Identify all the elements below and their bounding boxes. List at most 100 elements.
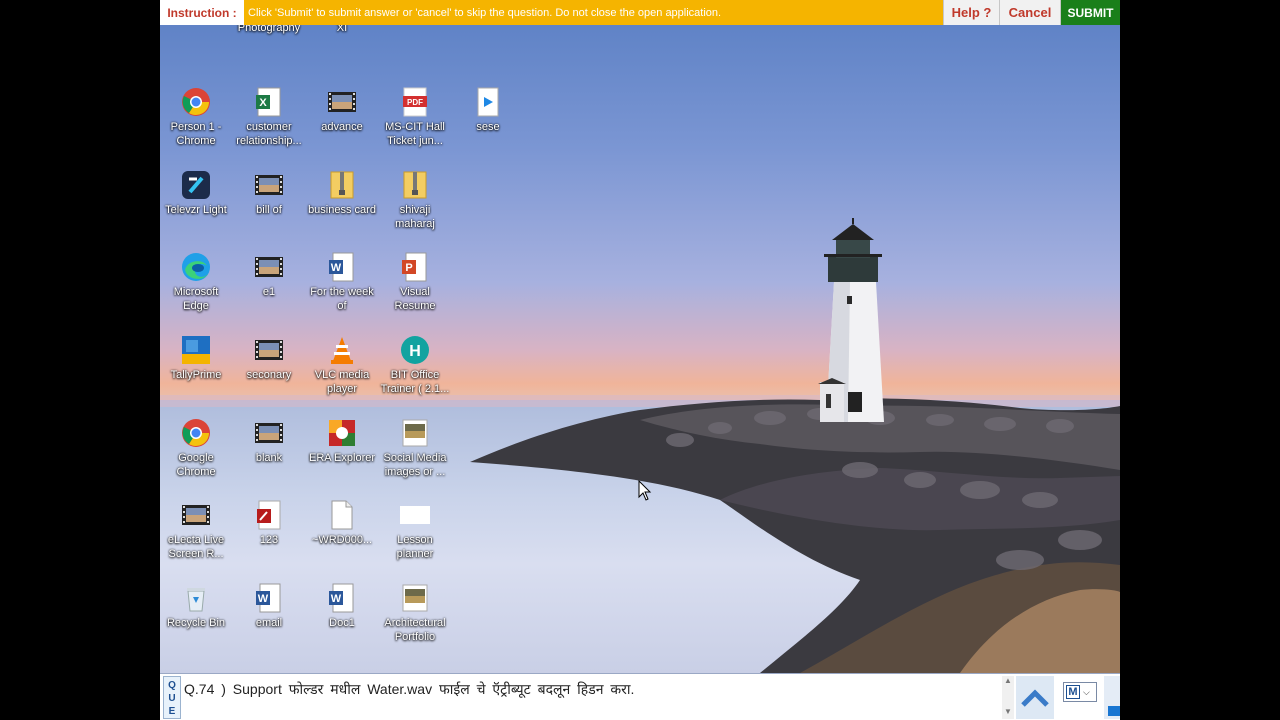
desktop-icon[interactable]: TallyPrime	[160, 335, 233, 382]
chevron-up-icon	[1021, 688, 1049, 707]
desktop-icon[interactable]: P Visual Resume	[378, 252, 452, 313]
chrome-icon	[181, 418, 211, 448]
question-scrollbar[interactable]: ▲ ▼	[1002, 676, 1014, 719]
desktop-icon[interactable]: bill of	[232, 170, 306, 217]
submit-button[interactable]: SUBMIT	[1060, 0, 1120, 25]
svg-text:H: H	[409, 343, 421, 360]
language-select[interactable]: M ⌵	[1063, 682, 1097, 702]
desktop-icon[interactable]: Person 1 - Chrome	[160, 87, 233, 148]
zip-folder-icon	[400, 170, 430, 200]
mouse-cursor-icon	[638, 480, 652, 501]
desktop-icon-label: Recycle Bin	[166, 617, 226, 629]
pdf-shortcut-icon	[254, 500, 284, 530]
desktop-icon-label: MS-CIT Hall Ticket jun...	[385, 121, 445, 147]
desktop-icon[interactable]: Xcustomer relationship...	[232, 87, 306, 148]
desktop-icon[interactable]: Wemail	[232, 583, 306, 630]
word-icon: W	[254, 583, 284, 613]
desktop-icon[interactable]: eLecta Live Screen R...	[160, 500, 233, 561]
desktop-icon[interactable]: 123	[232, 500, 306, 547]
desktop-icon-label: ERA Explorer	[308, 452, 376, 464]
question-text: Q.74 ) Support फोल्डर मधील Water.wav फाई…	[184, 676, 1006, 719]
desktop-icon[interactable]: VLC media player	[305, 335, 379, 396]
desktop-icon-label: Lesson planner	[396, 534, 434, 560]
video-icon	[327, 87, 357, 117]
desktop-icon[interactable]: e1	[232, 252, 306, 299]
svg-text:PDF: PDF	[407, 98, 423, 107]
desktop-icon[interactable]: W Doc1	[305, 583, 379, 630]
tally-icon	[181, 335, 211, 365]
desktop-icon[interactable]: ~WRD000...	[305, 500, 379, 547]
svg-text:W: W	[331, 262, 342, 274]
desktop-icon-label: email	[255, 617, 283, 629]
media-file-icon	[473, 87, 503, 117]
desktop-icon-label: business card	[308, 204, 376, 216]
recycle-bin-icon	[181, 583, 211, 613]
desktop-icon-label: Architectural Portfolio	[384, 617, 446, 643]
video-icon	[254, 418, 284, 448]
desktop-icon[interactable]: Recycle Bin	[160, 583, 233, 630]
desktop-icon[interactable]: Lesson planner	[378, 500, 452, 561]
desktop-icon-label: 123	[259, 534, 279, 546]
language-code: M	[1066, 685, 1080, 699]
image-file-icon	[400, 418, 430, 448]
desktop-icon-label: Google Chrome	[176, 452, 216, 478]
scroll-down-icon[interactable]: ▼	[1002, 707, 1014, 717]
desktop-icon[interactable]: Google Chrome	[160, 418, 233, 479]
desktop-icon[interactable]: Social Media images or ...	[378, 418, 452, 479]
desktop-icon[interactable]: PDF MS-CIT Hall Ticket jun...	[378, 87, 452, 148]
desktop-icon-label: TallyPrime	[170, 369, 222, 381]
desktop-icon[interactable]: ERA Explorer	[305, 418, 379, 465]
desktop-icon[interactable]: Microsoft Edge	[160, 252, 233, 313]
desktop-icon[interactable]: Televzr Light	[160, 170, 233, 217]
desktop-icon[interactable]: Architectural Portfolio	[378, 583, 452, 644]
desktop-icon-label: Televzr Light	[165, 204, 227, 216]
desktop-icon-label: advance	[321, 121, 363, 133]
desktop-icon-label: blank	[255, 452, 283, 464]
desktop-icon-label: For the week of	[310, 286, 374, 312]
video-icon	[254, 335, 284, 365]
question-bar: QUE Q.74 ) Support फोल्डर मधील Water.wav…	[160, 673, 1120, 720]
video-icon	[254, 252, 284, 282]
desktop-icon[interactable]: advance	[305, 87, 379, 134]
desktop-icon-label: Social Media images or ...	[383, 452, 447, 478]
powerpoint-icon: P	[400, 252, 430, 282]
word-icon: W	[327, 252, 357, 282]
instruction-bar: Instruction : Click 'Submit' to submit a…	[160, 0, 1120, 25]
vlc-icon	[327, 335, 357, 365]
pdf-icon: PDF	[400, 87, 430, 117]
help-button[interactable]: Help ?	[943, 0, 999, 25]
desktop-icon[interactable]: business card	[305, 170, 379, 217]
desktop-icon-label: sese	[476, 121, 500, 133]
era-explorer-icon	[327, 418, 357, 448]
collapse-panel-button[interactable]	[1016, 676, 1054, 719]
cancel-button[interactable]: Cancel	[999, 0, 1060, 25]
question-tab-label: QUE	[168, 680, 176, 717]
desktop-icon[interactable]: shivaji maharaj	[378, 170, 452, 231]
televzr-icon	[181, 170, 211, 200]
svg-text:P: P	[405, 262, 412, 274]
desktop-icon[interactable]: sese	[451, 87, 525, 134]
lighthouse	[818, 218, 884, 422]
chevron-down-icon: ⌵	[1083, 686, 1090, 697]
side-panel	[1104, 676, 1120, 719]
svg-text:W: W	[258, 593, 269, 605]
instruction-label: Instruction :	[160, 0, 244, 25]
excel-icon: X	[254, 87, 284, 117]
desktop-icon[interactable]: W For the week of	[305, 252, 379, 313]
video-icon	[254, 170, 284, 200]
word-icon: W	[327, 583, 357, 613]
desktop-icon-label: Person 1 - Chrome	[170, 121, 222, 147]
desktop-icon[interactable]: seconary	[232, 335, 306, 382]
desktop-icon[interactable]: H BIT Office Trainer ( 2.1...	[378, 335, 452, 396]
question-tab[interactable]: QUE	[163, 676, 181, 719]
svg-text:W: W	[331, 593, 342, 605]
scroll-up-icon[interactable]: ▲	[1002, 676, 1014, 686]
svg-text:X: X	[259, 97, 267, 109]
edge-icon	[181, 252, 211, 282]
instruction-text: Click 'Submit' to submit answer or 'canc…	[248, 6, 722, 19]
video-icon	[181, 500, 211, 530]
desktop-icon-label: eLecta Live Screen R...	[167, 534, 225, 560]
desktop-icon-label: seconary	[246, 369, 292, 381]
bit-trainer-icon: H	[400, 335, 430, 365]
desktop-icon[interactable]: blank	[232, 418, 306, 465]
